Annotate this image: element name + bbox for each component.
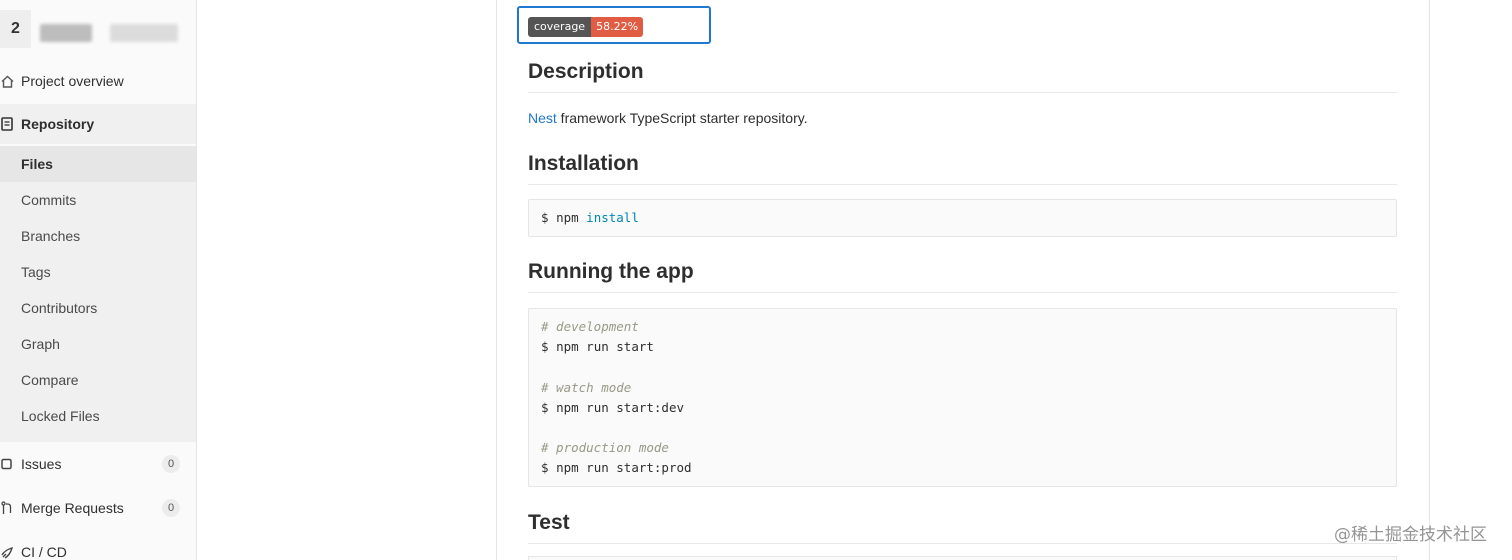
subnav-item-compare[interactable]: Compare — [0, 362, 196, 398]
project-header[interactable]: 2 — [0, 10, 197, 48]
code-comment: # watch mode — [541, 379, 632, 395]
subnav-label: Tags — [21, 264, 51, 280]
merge-requests-count-badge: 0 — [162, 499, 180, 517]
subnav-item-commits[interactable]: Commits — [0, 182, 196, 218]
code-comment: # production mode — [541, 440, 669, 456]
code-command: npm run start — [556, 339, 654, 355]
install-code-block[interactable]: $ npm install — [528, 199, 1397, 237]
sidebar-item-merge-requests[interactable]: Merge Requests 0 — [0, 488, 196, 528]
subnav-label: Graph — [21, 336, 60, 352]
code-command: npm — [556, 210, 579, 225]
subnav-item-contributors[interactable]: Contributors — [0, 290, 196, 326]
subnav-item-branches[interactable]: Branches — [0, 218, 196, 254]
blurred-project-name-extra — [110, 24, 178, 42]
heading-test: Test — [528, 511, 1397, 544]
issues-icon — [0, 457, 14, 471]
subnav-item-graph[interactable]: Graph — [0, 326, 196, 362]
subnav-label: Locked Files — [21, 408, 100, 424]
sidebar-item-label: Issues — [21, 456, 62, 472]
heading-installation: Installation — [528, 152, 1397, 185]
heading-running-the-app: Running the app — [528, 260, 1397, 293]
test-code-block-top — [528, 556, 1397, 560]
watermark: @稀土掘金技术社区 — [1334, 525, 1487, 545]
code-command: npm run start:prod — [556, 460, 692, 476]
subnav-item-files[interactable]: Files — [0, 146, 196, 182]
description-paragraph: Nest framework TypeScript starter reposi… — [528, 110, 808, 126]
subnav-item-tags[interactable]: Tags — [0, 254, 196, 290]
sidebar-item-label: Project overview — [21, 73, 124, 89]
sidebar-item-project-overview[interactable]: Project overview — [0, 61, 196, 101]
code-prompt: $ — [541, 399, 549, 415]
rocket-icon — [0, 545, 14, 559]
sidebar-item-issues[interactable]: Issues 0 — [0, 444, 196, 484]
issues-count-badge: 0 — [162, 455, 180, 473]
sidebar-item-label: Repository — [21, 116, 95, 132]
coverage-badge[interactable]: coverage 58.22% — [528, 17, 644, 37]
project-avatar[interactable]: 2 — [0, 10, 31, 48]
sidebar-item-label: Merge Requests — [21, 500, 124, 516]
subnav-label: Contributors — [21, 300, 98, 316]
code-command: npm run start:dev — [556, 399, 684, 415]
subnav-item-locked-files[interactable]: Locked Files — [0, 398, 196, 434]
coverage-badge-key: coverage — [528, 17, 592, 37]
code-prompt: $ — [541, 210, 549, 225]
sidebar-item-label: CI / CD — [21, 544, 67, 560]
code-keyword: install — [586, 210, 639, 225]
description-text: framework TypeScript starter repository. — [556, 110, 808, 126]
document-icon — [0, 117, 14, 131]
running-code-block[interactable]: # development $ npm run start # watch mo… — [528, 308, 1397, 487]
heading-description: Description — [528, 60, 1397, 93]
sidebar-item-ci-cd[interactable]: CI / CD — [0, 532, 196, 560]
subnav-label: Compare — [21, 372, 79, 388]
code-prompt: $ — [541, 460, 549, 476]
blurred-project-name — [40, 24, 92, 42]
coverage-badge-value: 58.22% — [591, 17, 644, 37]
subnav-label: Commits — [21, 192, 77, 208]
code-prompt: $ — [541, 339, 549, 355]
sidebar-item-repository[interactable]: Repository — [0, 104, 196, 144]
sidebar: 2 Project overview Repository Files Comm… — [0, 0, 197, 560]
home-icon — [0, 74, 14, 88]
subnav-label: Branches — [21, 228, 81, 244]
code-comment: # development — [541, 319, 639, 334]
merge-request-icon — [0, 501, 14, 515]
nest-link[interactable]: Nest — [528, 110, 557, 126]
subnav-label: Files — [21, 156, 53, 172]
